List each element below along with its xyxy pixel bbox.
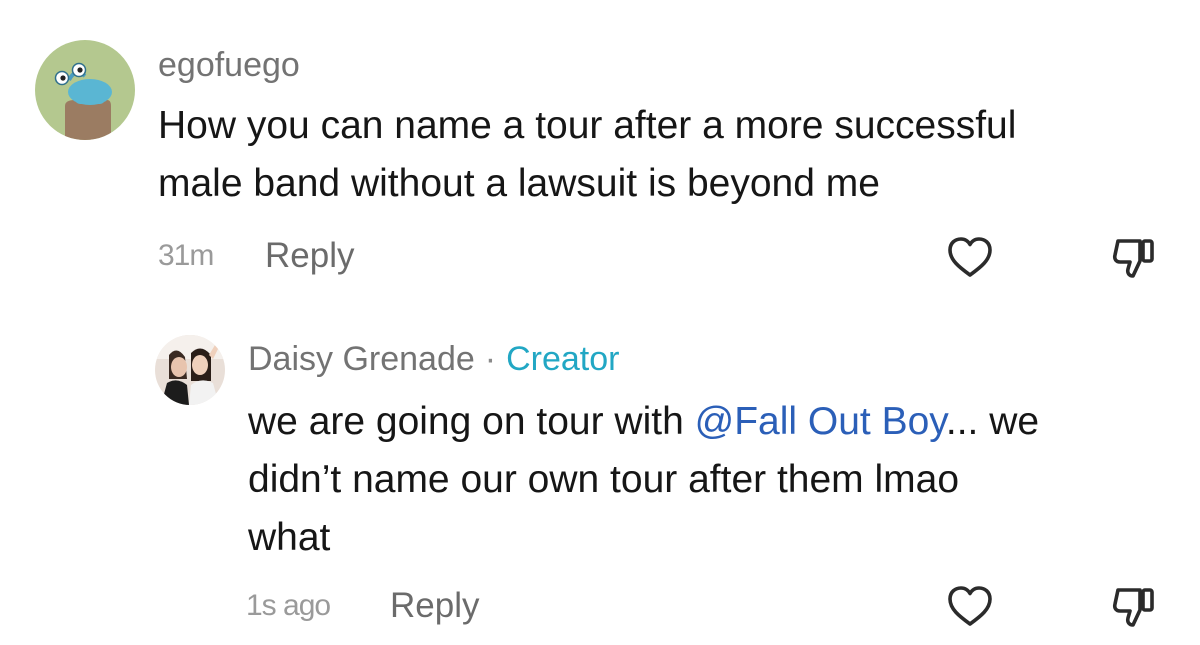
comment-username[interactable]: Daisy Grenade	[248, 340, 475, 378]
thumbs-down-icon[interactable]	[1110, 235, 1158, 281]
photo-avatar-image	[155, 335, 225, 405]
heart-outline-icon[interactable]	[946, 584, 994, 628]
comment-timestamp: 1s ago	[246, 589, 331, 622]
comment-text-line: didn’t name our own tour after them lmao	[248, 458, 960, 501]
separator-dot: ·	[484, 340, 497, 378]
reply-button[interactable]: Reply	[265, 238, 354, 273]
creator-badge: Creator	[506, 340, 620, 378]
reply-button[interactable]: Reply	[390, 588, 479, 623]
comment-text-line: How you can name a tour after a more suc…	[158, 104, 1017, 147]
heart-outline-icon[interactable]	[946, 235, 994, 279]
comment-text-segment: ... we	[945, 400, 1040, 443]
thumbs-down-icon[interactable]	[1110, 584, 1158, 630]
reply-username-row: Daisy Grenade · Creator	[248, 342, 619, 376]
comment-username[interactable]: egofuego	[158, 48, 300, 82]
avatar[interactable]	[35, 40, 135, 140]
comment-text: How you can name a tour after a more suc…	[158, 97, 1016, 213]
comment-text-line: what	[248, 516, 331, 559]
comment-timestamp: 31m	[158, 239, 214, 272]
avatar[interactable]	[155, 335, 225, 405]
comment-text: we are going on tour with @Fall Out Boy.…	[248, 393, 1039, 567]
comment-text-line: male band without a lawsuit is beyond me	[158, 162, 880, 205]
comment-text-line: we are going on tour with @Fall Out Boy.…	[248, 393, 1039, 451]
comment-text-segment: we are going on tour with	[248, 400, 695, 443]
mention-link[interactable]: @Fall Out Boy	[695, 400, 946, 443]
cartoon-avatar-image	[35, 40, 135, 140]
